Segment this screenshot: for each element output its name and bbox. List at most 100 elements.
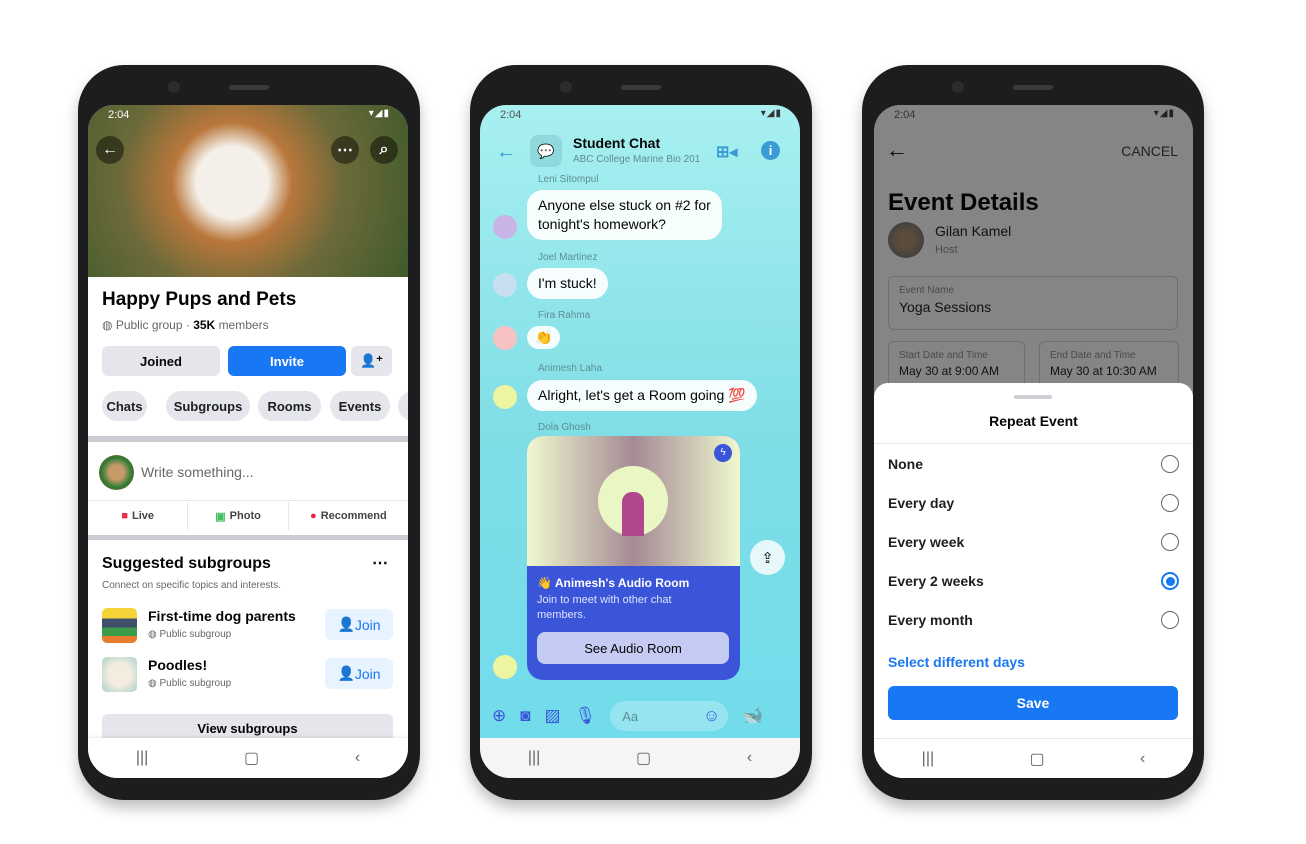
add-person-icon: 👤 [337,616,355,632]
subgroup-name[interactable]: Poodles! [148,657,207,673]
back-nav-icon[interactable]: ‹ [747,749,752,767]
info-icon[interactable]: i [761,141,780,160]
divider [874,443,1193,444]
radio-button[interactable] [1161,455,1179,473]
add-friend-button[interactable]: 👤⁺ [351,346,392,376]
radio-button[interactable] [1161,533,1179,551]
event-name-field[interactable]: Event Name Yoga Sessions [888,276,1178,330]
recents-icon[interactable]: ||| [136,749,148,767]
composer-input[interactable]: Write something... [141,464,254,480]
select-days-link[interactable]: Select different days [888,654,1025,670]
option-every-2-weeks[interactable]: Every 2 weeks [888,569,1179,593]
host-role: Host [935,244,958,256]
camera [168,81,180,93]
globe-icon: ◍ [102,318,116,332]
home-icon[interactable]: ▢ [244,748,259,768]
composer-actions: ■ Live ▣ Photo ● Recommend [88,502,408,530]
subgroup-name[interactable]: First-time dog parents [148,608,296,624]
join-button[interactable]: 👤 Join [325,658,393,689]
option-none[interactable]: None [888,452,1179,476]
see-audio-room-button[interactable]: See Audio Room [537,632,729,664]
message-input[interactable]: Aa ☺ [610,701,729,731]
save-button[interactable]: Save [888,686,1178,720]
radio-button[interactable] [1161,611,1179,629]
subgroup-type: ◍ Public subgroup [148,629,232,640]
page-title: Event Details [888,189,1039,216]
suggested-title: Suggested subgroups [102,555,271,572]
sheet-handle[interactable] [1014,395,1052,399]
chip-chats[interactable]: Chats [102,391,147,421]
video-call-icon[interactable]: ⊞◂ [716,142,737,162]
event-screen: 2:04 ▾◢▮ ← CANCEL Event Details Gilan Ka… [874,105,1193,778]
recents-icon[interactable]: ||| [528,749,540,767]
live-video-icon: ■ [121,510,128,522]
subgroup-thumbnail [102,657,137,692]
status-icons: ▾◢▮ [760,108,782,119]
mic-icon[interactable]: 🎙 [575,706,597,726]
back-button[interactable]: ← [886,137,908,163]
plus-icon[interactable]: ⊕ [492,706,506,726]
chat-screen: 2:04 ▾◢▮ ← 💬 Student Chat ABC College Ma… [480,105,800,778]
chip-more[interactable] [398,391,408,421]
join-button[interactable]: 👤 Join [325,609,393,640]
invite-button[interactable]: Invite [228,346,346,376]
camera [952,81,964,93]
host-name: Gilan Kamel [935,223,1012,239]
status-time: 2:04 [894,109,916,121]
whale-sticker-icon[interactable]: 🐋 [742,706,763,726]
camera-icon[interactable]: ◙ [520,706,530,726]
status-time: 2:04 [108,109,130,121]
group-title: Happy Pups and Pets [102,289,297,310]
repeat-event-sheet: Repeat Event None Every day Every week E… [874,383,1193,778]
audio-room-card[interactable]: ϟ 👋 Animesh's Audio Room Join to meet wi… [527,436,740,680]
radio-button[interactable] [1161,494,1179,512]
add-person-icon: 👤⁺ [359,353,384,368]
search-button[interactable]: ⌕ [370,136,398,164]
android-nav: ||| ▢ ‹ [480,738,800,778]
emoji-icon[interactable]: ☺ [703,706,720,726]
recommend-button[interactable]: ● Recommend [289,502,408,530]
more-button[interactable]: ⋯ [331,136,359,164]
chat-title: Student Chat [573,135,661,151]
home-icon[interactable]: ▢ [636,748,651,768]
chip-subgroups[interactable]: Subgroups [166,391,250,421]
chip-events[interactable]: Events [330,391,390,421]
status-time: 2:04 [500,109,522,121]
status-icons: ▾◢▮ [368,108,390,119]
back-nav-icon[interactable]: ‹ [355,749,360,767]
host-avatar [888,222,924,258]
composer-bar: ⊕ ◙ ▨ 🎙 Aa ☺ 🐋 [480,700,800,732]
message-bubble: I'm stuck! [527,268,608,299]
divider [88,500,408,501]
joined-button[interactable]: Joined [102,346,220,376]
chat-icon: 💬 [530,135,562,167]
phone-chat: 2:04 ▾◢▮ ← 💬 Student Chat ABC College Ma… [470,65,812,800]
avatar [493,655,517,679]
more-icon[interactable]: ⋯ [372,553,388,573]
recents-icon[interactable]: ||| [922,750,934,768]
cancel-button[interactable]: CANCEL [1121,143,1178,159]
back-button[interactable]: ← [96,136,124,164]
android-nav: ||| ▢ ‹ [874,738,1193,778]
camera [560,81,572,93]
sender-name: Animesh Laha [538,363,602,374]
option-every-month[interactable]: Every month [888,608,1179,632]
room-description: Join to meet with other chat members. [537,594,672,621]
radio-button-selected[interactable] [1161,572,1179,590]
share-button[interactable]: ⇪ [750,540,785,575]
gallery-icon[interactable]: ▨ [545,706,561,726]
message-bubble: Alright, let's get a Room going 💯 [527,380,757,411]
chip-rooms[interactable]: Rooms [258,391,321,421]
back-button[interactable]: ← [496,141,516,164]
subgroup-thumbnail [102,608,137,643]
option-every-week[interactable]: Every week [888,530,1179,554]
user-avatar [99,455,134,490]
live-button[interactable]: ■ Live [88,502,189,530]
group-meta: ◍ Public group · 35K members [102,318,269,332]
photo-button[interactable]: ▣ Photo [188,502,289,530]
back-nav-icon[interactable]: ‹ [1140,750,1145,768]
option-every-day[interactable]: Every day [888,491,1179,515]
host-avatar [598,466,668,536]
speaker [229,85,269,90]
home-icon[interactable]: ▢ [1030,749,1045,769]
